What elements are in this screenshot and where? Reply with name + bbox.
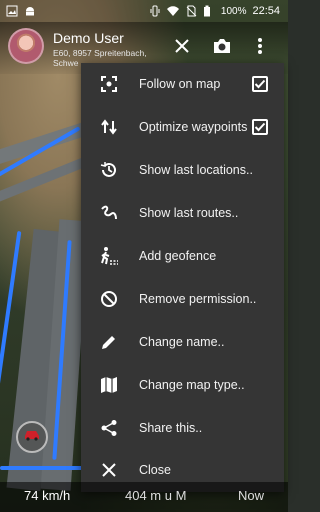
wifi-icon: [166, 5, 179, 17]
menu-item-optimize-waypoints[interactable]: Optimize waypoints: [81, 106, 284, 149]
menu-item-label: Follow on map: [139, 77, 221, 92]
avatar[interactable]: [8, 28, 44, 64]
menu-item-label: Change map type..: [139, 377, 245, 392]
more-vert-icon: [257, 37, 263, 60]
distance-readout: 404 m u M: [125, 488, 187, 503]
block-icon: [99, 289, 119, 309]
speed-readout: 74 km/h: [24, 488, 71, 503]
battery-icon: [203, 5, 215, 17]
bottom-info-bar: 74 km/h 404 m u M Now: [0, 482, 288, 512]
close-icon: [174, 38, 190, 59]
follow-checkbox[interactable]: [252, 76, 268, 93]
route-line: [0, 466, 90, 470]
android-icon: [24, 5, 36, 17]
optimize-checkbox[interactable]: [252, 119, 268, 136]
swap-vert-icon: [99, 117, 119, 137]
menu-item-show-last-routes[interactable]: Show last routes..: [81, 192, 284, 235]
clock: 22:54: [252, 5, 280, 17]
more-button[interactable]: [248, 36, 272, 60]
close-icon: [99, 460, 119, 480]
menu-item-share[interactable]: Share this..: [81, 406, 284, 449]
menu-item-label: Remove permission..: [139, 291, 257, 306]
menu-item-change-name[interactable]: Change name..: [81, 320, 284, 363]
camera-button[interactable]: [210, 36, 234, 60]
camera-icon: [212, 37, 232, 60]
vibrate-icon: [149, 5, 161, 17]
menu-item-show-last-locations[interactable]: Show last locations..: [81, 149, 284, 192]
menu-item-label: Optimize waypoints: [139, 120, 248, 135]
menu-item-label: Show last routes..: [139, 206, 239, 221]
no-sim-icon: [185, 5, 197, 17]
menu-item-label: Share this..: [139, 420, 203, 435]
follow-target-icon: [99, 74, 119, 94]
close-button[interactable]: [170, 36, 194, 60]
menu-item-add-geofence[interactable]: Add geofence: [81, 235, 284, 278]
menu-item-follow-on-map[interactable]: Follow on map: [81, 63, 284, 106]
history-icon: [99, 160, 119, 180]
menu-item-label: Change name..: [139, 334, 225, 349]
share-icon: [99, 418, 119, 438]
geofence-walk-icon: [99, 246, 119, 266]
pencil-icon: [99, 332, 119, 352]
vehicle-marker[interactable]: [16, 421, 48, 453]
battery-percent: 100%: [220, 5, 247, 17]
time-readout: Now: [238, 488, 265, 503]
menu-item-label: Add geofence: [139, 249, 217, 263]
menu-item-label: Show last locations..: [139, 163, 253, 178]
status-bar: 100% 22:54: [0, 0, 288, 22]
menu-item-remove-permission[interactable]: Remove permission..: [81, 277, 284, 320]
map-icon: [99, 375, 119, 395]
menu-item-label: Close: [139, 463, 171, 478]
car-icon: [23, 428, 41, 446]
user-name: Demo User: [53, 30, 124, 46]
image-icon: [6, 5, 18, 17]
menu-item-change-map-type[interactable]: Change map type..: [81, 363, 284, 406]
overflow-menu: Follow on map Optimize waypoints Show la…: [81, 63, 284, 492]
route-icon: [99, 203, 119, 223]
